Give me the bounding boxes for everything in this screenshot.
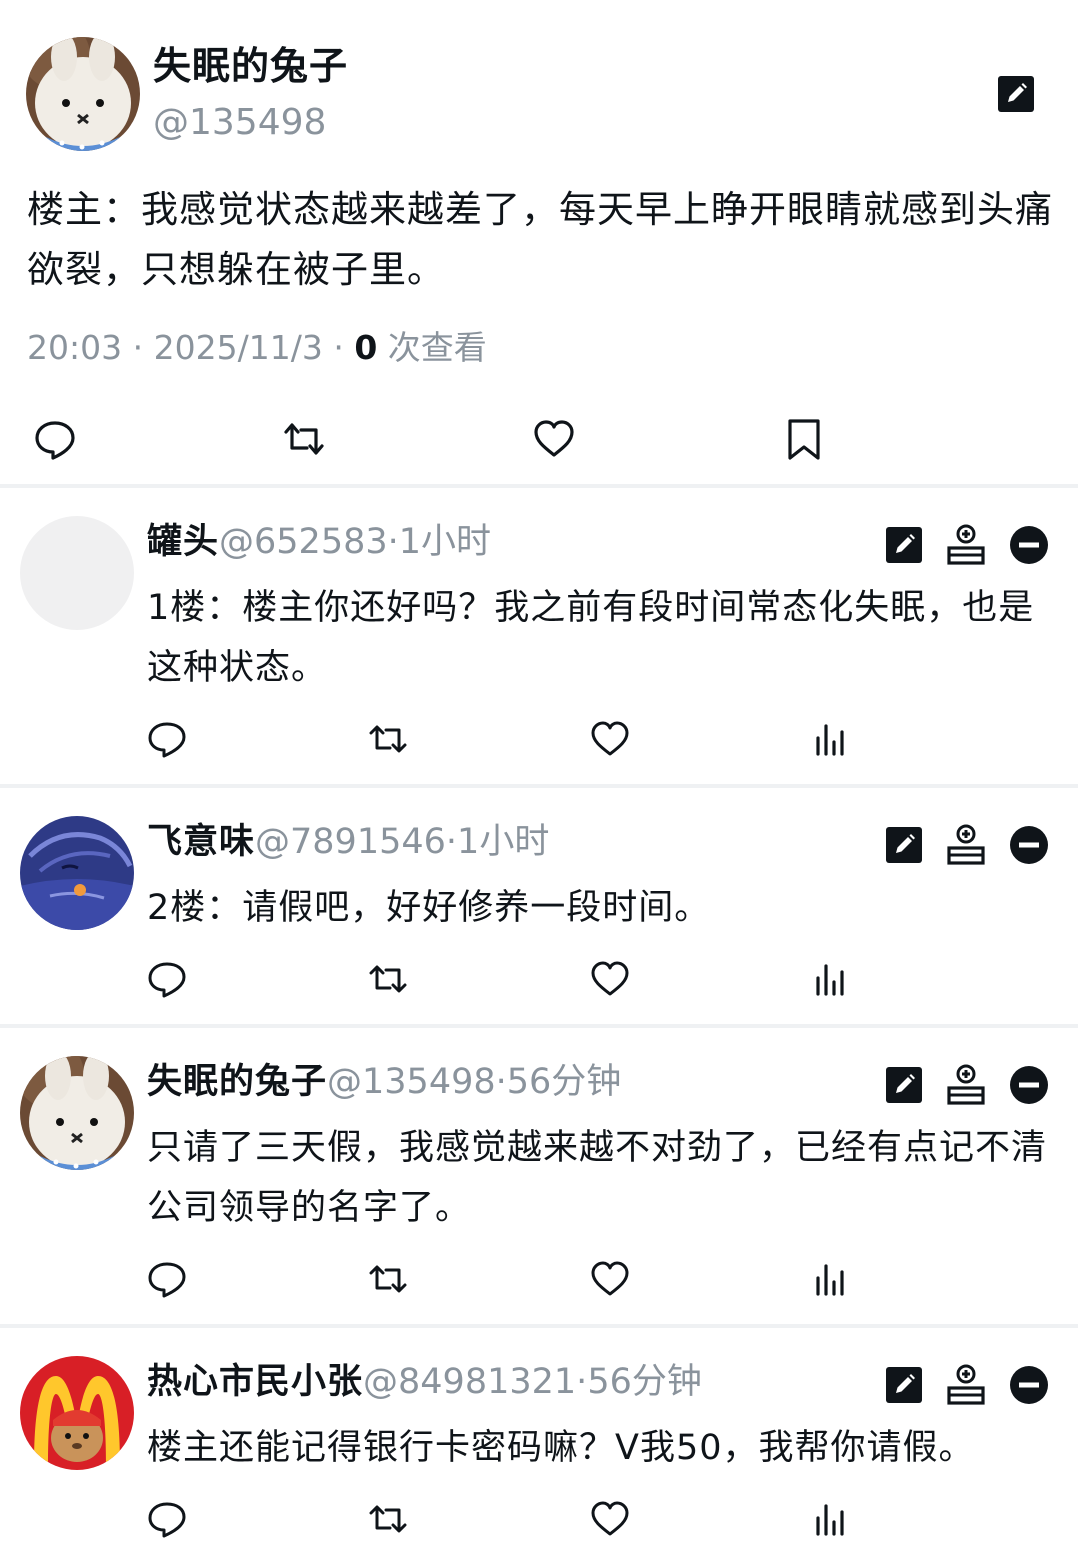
edit-icon[interactable] [884, 1064, 924, 1106]
separator: · [495, 1062, 507, 1102]
block-icon[interactable] [1009, 824, 1049, 866]
reply-action-bar [0, 1498, 1078, 1540]
retweet-icon[interactable] [368, 1258, 408, 1300]
reply-header: 飞意味@7891546·1小时 [147, 818, 549, 866]
reply-handle[interactable]: @84981321 [363, 1362, 576, 1402]
reply-tools [884, 824, 1054, 866]
retweet-icon[interactable] [368, 958, 408, 1000]
reply-tools [884, 1064, 1054, 1106]
separator: · [445, 822, 458, 862]
reply-icon[interactable] [147, 1258, 187, 1300]
author-handle[interactable]: @135498 [153, 100, 326, 146]
reply-handle[interactable]: @135498 [327, 1062, 496, 1102]
reply-icon[interactable] [147, 718, 187, 760]
heart-icon[interactable] [590, 1498, 630, 1540]
reply-icon[interactable] [147, 1498, 187, 1540]
post-date: 2025/11/3 [153, 328, 323, 367]
reply-icon[interactable] [32, 416, 78, 462]
views-count: 0 [354, 328, 378, 367]
block-icon[interactable] [1009, 1064, 1049, 1106]
reply-header: 热心市民小张@84981321·56分钟 [147, 1358, 702, 1406]
retweet-icon[interactable] [281, 416, 327, 462]
author-avatar[interactable] [26, 37, 140, 151]
post-text: 楼主：我感觉状态越来越差了，每天早上睁开眼睛就感到头痛欲裂，只想躲在被子里。 [27, 188, 1053, 291]
edit-icon[interactable] [884, 824, 924, 866]
meta-separator: · [132, 328, 144, 367]
mcdonalds-avatar[interactable] [20, 1356, 134, 1470]
dark-blue-avatar[interactable] [20, 816, 134, 930]
block-icon[interactable] [1009, 1364, 1049, 1406]
reply-text: 楼主还能记得银行卡密码嘛？V我50，我帮你请假。 [147, 1428, 975, 1468]
retweet-icon[interactable] [368, 1498, 408, 1540]
reply-item[interactable]: 罐头@652583·1小时 1楼：楼主你还好吗？我之前有段时间常态化失眠，也是这… [0, 488, 1078, 784]
reply-time: 56分钟 [587, 1362, 702, 1402]
analytics-icon[interactable] [811, 958, 851, 1000]
reply-tools [884, 1364, 1054, 1406]
add-user-icon[interactable] [946, 1064, 986, 1106]
reply-tools [884, 524, 1054, 566]
add-user-icon[interactable] [946, 524, 986, 566]
reply-time: 1小时 [457, 822, 550, 862]
main-post: 失眠的兔子 @135498 楼主：我感觉状态越来越差了，每天早上睁开眼睛就感到头… [0, 0, 1078, 484]
reply-text: 1楼：楼主你还好吗？我之前有段时间常态化失眠，也是这种状态。 [147, 588, 1035, 688]
bookmark-icon[interactable] [781, 416, 827, 462]
heart-icon[interactable] [590, 1258, 630, 1300]
separator: · [576, 1362, 588, 1402]
blank-avatar[interactable] [20, 516, 134, 630]
reply-name[interactable]: 罐头 [147, 522, 219, 562]
reply-name[interactable]: 失眠的兔子 [147, 1062, 327, 1102]
reply-text: 只请了三天假，我感觉越来越不对劲了，已经有点记不清公司领导的名字了。 [147, 1128, 1048, 1228]
reply-action-bar [0, 718, 1078, 760]
edit-icon[interactable] [884, 524, 924, 566]
reply-text: 2楼：请假吧，好好修养一段时间。 [147, 888, 711, 928]
reply-time: 1小时 [398, 522, 492, 562]
post-time: 20:03 [27, 328, 123, 367]
post-meta: 20:03 · 2025/11/3 · 0 次查看 [27, 326, 487, 370]
reply-name[interactable]: 热心市民小张 [147, 1362, 363, 1402]
reply-time: 56分钟 [506, 1062, 622, 1102]
analytics-icon[interactable] [811, 718, 851, 760]
add-user-icon[interactable] [946, 824, 986, 866]
heart-icon[interactable] [590, 958, 630, 1000]
reply-header: 罐头@652583·1小时 [147, 518, 491, 566]
author-name[interactable]: 失眠的兔子 [153, 40, 348, 92]
views-label: 次查看 [387, 328, 487, 367]
post-action-bar [0, 416, 1078, 462]
retweet-icon[interactable] [368, 718, 408, 760]
meta-separator: · [333, 328, 344, 367]
reply-handle[interactable]: @7891546 [255, 822, 446, 862]
heart-icon[interactable] [590, 718, 630, 760]
reply-handle[interactable]: @652583 [219, 522, 388, 562]
reply-icon[interactable] [147, 958, 187, 1000]
reply-name[interactable]: 飞意味 [147, 822, 255, 862]
add-user-icon[interactable] [946, 1364, 986, 1406]
edit-icon[interactable] [996, 74, 1036, 114]
edit-icon[interactable] [884, 1364, 924, 1406]
reply-item[interactable]: 失眠的兔子@135498·56分钟 只请了三天假，我感觉越来越不对劲了，已经有点… [0, 1028, 1078, 1324]
bunny-avatar[interactable] [20, 1056, 134, 1170]
block-icon[interactable] [1009, 524, 1049, 566]
analytics-icon[interactable] [811, 1258, 851, 1300]
reply-item[interactable]: 飞意味@7891546·1小时 2楼：请假吧，好好修养一段时间。 [0, 788, 1078, 1024]
reply-header: 失眠的兔子@135498·56分钟 [147, 1058, 621, 1106]
heart-icon[interactable] [531, 416, 577, 462]
reply-action-bar [0, 1258, 1078, 1300]
reply-item[interactable]: 热心市民小张@84981321·56分钟 楼主还能记得银行卡密码嘛？V我50，我… [0, 1328, 1078, 1567]
separator: · [387, 522, 399, 562]
reply-action-bar [0, 958, 1078, 1000]
analytics-icon[interactable] [811, 1498, 851, 1540]
